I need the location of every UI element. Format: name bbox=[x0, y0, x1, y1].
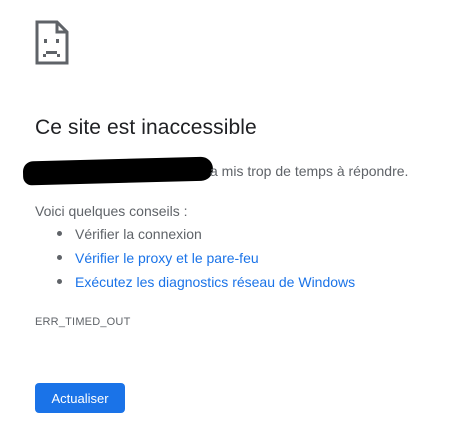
check-proxy-link[interactable]: Vérifier le proxy et le pare-feu bbox=[75, 250, 259, 266]
suggestion-label: Vérifier la connexion bbox=[75, 226, 202, 242]
bullet-icon bbox=[57, 279, 62, 284]
redacted-site-name bbox=[22, 156, 214, 186]
suggestion-check-proxy: Vérifier le proxy et le pare-feu bbox=[57, 248, 355, 272]
page-title: Ce site est inaccessible bbox=[35, 116, 257, 139]
suggestions-list: Vérifier la connexion Vérifier le proxy … bbox=[57, 224, 355, 296]
bullet-icon bbox=[57, 255, 62, 260]
sad-page-icon bbox=[35, 20, 69, 65]
network-diagnostics-link[interactable]: Exécutez les diagnostics réseau de Windo… bbox=[75, 274, 355, 290]
suggestions-heading: Voici quelques conseils : bbox=[35, 203, 188, 219]
reload-button[interactable]: Actualiser bbox=[35, 383, 125, 413]
error-description: a mis trop de temps à répondre. bbox=[22, 156, 433, 186]
error-page: Ce site est inaccessible a mis trop de t… bbox=[0, 0, 456, 435]
error-description-text: a mis trop de temps à répondre. bbox=[210, 163, 409, 179]
error-code: ERR_TIMED_OUT bbox=[35, 316, 131, 328]
suggestion-check-connection: Vérifier la connexion bbox=[57, 224, 355, 248]
suggestion-run-diagnostics: Exécutez les diagnostics réseau de Windo… bbox=[57, 272, 355, 296]
bullet-icon bbox=[57, 231, 62, 236]
